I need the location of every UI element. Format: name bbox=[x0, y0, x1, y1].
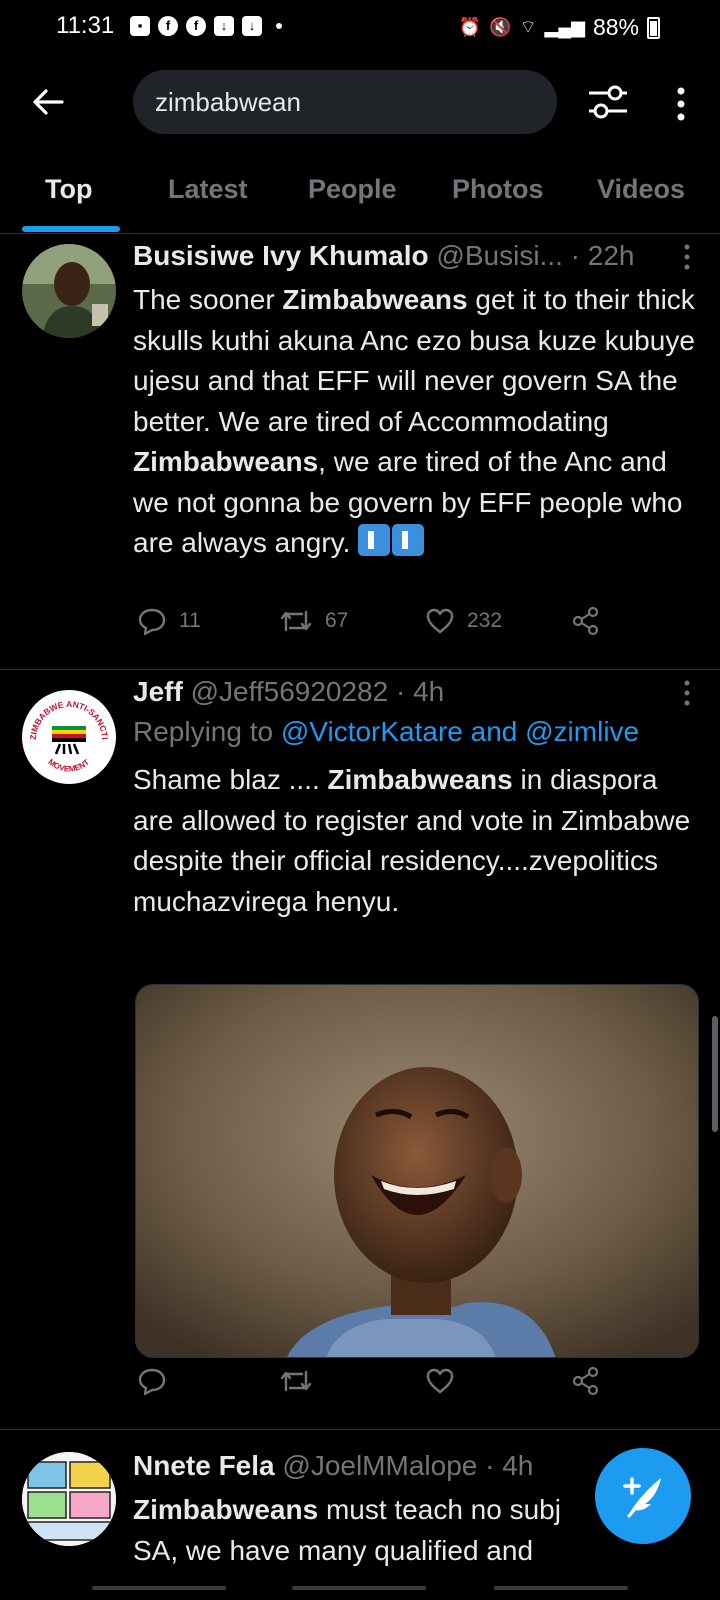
avatar[interactable] bbox=[22, 244, 116, 338]
tweet-more-icon[interactable] bbox=[677, 240, 697, 274]
tweet-more-icon[interactable] bbox=[677, 676, 697, 710]
search-highlight: Zimbabweans bbox=[282, 284, 468, 315]
heart-icon bbox=[426, 1368, 454, 1394]
tweet-card[interactable]: ZIMBABWE ANTI-SANCTIONS MOVEMENT Jeff @J… bbox=[0, 670, 720, 1430]
retweet-button[interactable] bbox=[279, 1366, 313, 1396]
back-arrow-icon bbox=[33, 89, 64, 115]
text-segment: SA, we have many qualified and bbox=[133, 1534, 534, 1566]
reply-button[interactable]: 11 bbox=[137, 606, 201, 636]
search-bar[interactable] bbox=[133, 70, 557, 134]
system-icons: ⏰ 🔇 ⌔ ▂▄▆ 88% bbox=[459, 14, 660, 41]
reply-count: 11 bbox=[179, 609, 201, 632]
facebook-icon: f bbox=[186, 16, 206, 36]
author-name[interactable]: Busisiwe Ivy Khumalo bbox=[133, 240, 429, 271]
nav-bar-indicator bbox=[92, 1586, 226, 1590]
tweet-actions bbox=[133, 1366, 613, 1406]
compose-tweet-button[interactable] bbox=[595, 1448, 691, 1544]
tab-top[interactable]: Top bbox=[45, 174, 92, 205]
tab-videos[interactable]: Videos bbox=[597, 174, 685, 205]
author-handle[interactable]: @Jeff56920282 bbox=[191, 676, 389, 707]
nav-bar-indicator bbox=[494, 1586, 628, 1590]
retweet-button[interactable]: 67 bbox=[279, 606, 348, 636]
scrollbar-thumb[interactable] bbox=[712, 1016, 718, 1132]
retweet-icon bbox=[280, 610, 312, 632]
search-header bbox=[0, 56, 720, 156]
share-icon bbox=[572, 606, 599, 636]
like-count: 232 bbox=[467, 609, 503, 632]
feather-plus-icon bbox=[623, 1477, 661, 1518]
reply-button[interactable] bbox=[137, 1366, 167, 1396]
text-segment: Shame blaz .... bbox=[133, 764, 328, 795]
vertical-dots-icon bbox=[677, 87, 685, 121]
more-notifications-icon bbox=[276, 23, 282, 29]
search-highlight: Zimbabweans bbox=[327, 764, 513, 795]
tweet-image[interactable] bbox=[135, 984, 699, 1358]
wifi-icon: ⌔ bbox=[519, 17, 537, 37]
search-filter-button[interactable] bbox=[586, 80, 630, 124]
filter-sliders-icon bbox=[589, 85, 627, 119]
battery-percent: 88% bbox=[592, 14, 639, 40]
replying-to-label: Replying to bbox=[133, 716, 281, 747]
download-icon: ↓ bbox=[214, 16, 234, 36]
avatar[interactable]: ZIMBABWE ANTI-SANCTIONS MOVEMENT bbox=[22, 690, 116, 784]
author-name[interactable]: Jeff bbox=[133, 676, 183, 707]
tweet-text: Shame blaz .... Zimbabweans in diaspora … bbox=[133, 760, 703, 922]
back-button[interactable] bbox=[28, 82, 68, 122]
retweet-count: 67 bbox=[325, 609, 349, 632]
author-name[interactable]: Nnete Fela bbox=[133, 1450, 275, 1481]
mute-icon: 🔇 bbox=[489, 17, 512, 37]
nav-bar-indicator bbox=[292, 1586, 426, 1590]
replying-to-mentions[interactable]: @VictorKatare and @zimlive bbox=[281, 716, 639, 747]
tab-latest[interactable]: Latest bbox=[168, 174, 248, 205]
search-highlight: Zimbabweans bbox=[133, 1494, 319, 1525]
tweet-card[interactable]: Busisiwe Ivy Khumalo @Busisi... · 22h Th… bbox=[0, 234, 720, 670]
emoji-icon bbox=[358, 524, 391, 556]
tab-photos[interactable]: Photos bbox=[452, 174, 544, 205]
facebook-icon: f bbox=[158, 16, 178, 36]
tweet-time: · 4h bbox=[388, 676, 445, 707]
share-icon bbox=[572, 1366, 599, 1396]
tweet-time: · 4h bbox=[477, 1450, 534, 1481]
author-handle[interactable]: @Busisi... bbox=[436, 240, 562, 271]
status-bar: 11:31 ▪ f f ↓ ↓ ⏰ 🔇 ⌔ ▂▄▆ 88% bbox=[0, 0, 720, 56]
share-button[interactable] bbox=[571, 1366, 601, 1396]
laughing-child-photo bbox=[136, 985, 698, 1357]
tab-people[interactable]: People bbox=[308, 174, 397, 205]
status-time: 11:31 bbox=[56, 12, 115, 39]
replying-to: Replying to @VictorKatare and @zimlive bbox=[133, 716, 703, 760]
author-handle[interactable]: @JoelMMalope bbox=[282, 1450, 477, 1481]
tweet-text: The sooner Zimbabweans get it to their t… bbox=[133, 280, 703, 564]
alarm-icon: ⏰ bbox=[458, 17, 482, 37]
avatar[interactable] bbox=[22, 1452, 116, 1546]
tweet-header: Busisiwe Ivy Khumalo @Busisi... · 22h bbox=[133, 240, 703, 280]
download-icon: ↓ bbox=[242, 16, 262, 36]
search-input[interactable] bbox=[155, 84, 535, 120]
text-segment: The sooner bbox=[133, 284, 283, 315]
heart-icon bbox=[426, 608, 454, 634]
tweet-header: Jeff @Jeff56920282 · 4h bbox=[133, 676, 703, 716]
comic-avatar-image bbox=[22, 1452, 116, 1546]
share-button[interactable] bbox=[571, 606, 601, 636]
tweet-actions: 11 67 232 bbox=[133, 606, 613, 646]
like-button[interactable] bbox=[425, 1366, 455, 1396]
overflow-menu-button[interactable] bbox=[666, 82, 696, 126]
profile-photo bbox=[22, 244, 116, 338]
like-button[interactable]: 232 bbox=[425, 606, 502, 636]
movement-logo: ZIMBABWE ANTI-SANCTIONS MOVEMENT bbox=[22, 690, 115, 783]
battery-icon bbox=[647, 16, 660, 39]
retweet-icon bbox=[280, 1370, 312, 1392]
active-tab-indicator bbox=[22, 226, 120, 232]
signal-icon: ▂▄▆ bbox=[544, 17, 585, 37]
reply-icon bbox=[138, 608, 166, 636]
search-tabs: Top Latest People Photos Videos bbox=[0, 160, 720, 234]
emoji-icon bbox=[392, 524, 425, 556]
notification-icons: ▪ f f ↓ ↓ bbox=[130, 16, 282, 36]
text-segment: must teach no subj bbox=[318, 1494, 561, 1525]
tweet-time: · 22h bbox=[562, 240, 635, 271]
reply-icon bbox=[138, 1368, 166, 1396]
message-icon: ▪ bbox=[130, 16, 150, 36]
search-highlight: Zimbabweans bbox=[133, 446, 319, 477]
